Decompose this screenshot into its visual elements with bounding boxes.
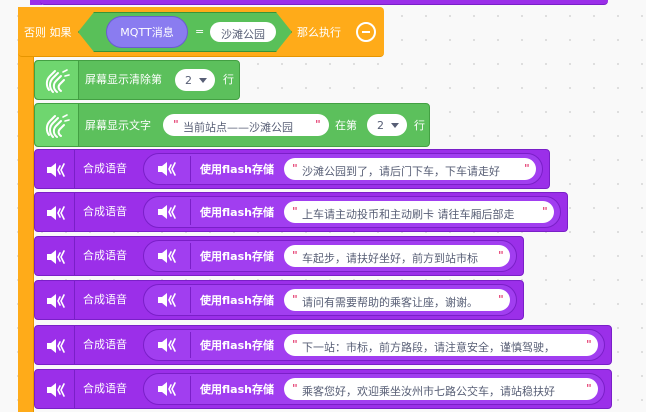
flash-speech-reporter[interactable]: 使用flash存储 " 请问有需要帮助的乘客让座，谢谢。 " <box>143 284 517 316</box>
flash-store-label: 使用flash存储 <box>200 206 274 219</box>
mqtt-message-label: MQTT消息 <box>120 26 174 39</box>
dropdown-arrow-icon <box>199 78 207 83</box>
speaker-icon <box>144 330 190 360</box>
show-text-row-suffix: 行 <box>414 119 425 132</box>
flash-store-label: 使用flash存储 <box>200 163 274 176</box>
show-text-input[interactable]: " 当前站点——沙滩公园 " <box>163 114 329 136</box>
speech-text-input[interactable]: " 车起步，请扶好坐好，前方到站市标 " <box>284 245 510 267</box>
flash-speech-reporter[interactable]: 使用flash存储 " 下一站：市标，前方路段，请注意安全，谨慎驾驶， " <box>143 329 605 361</box>
speaker-icon <box>35 150 75 188</box>
condition-value-text: 沙滩公园 <box>221 28 265 41</box>
dropdown-arrow-icon <box>391 123 399 128</box>
speaker-icon <box>144 154 190 184</box>
condition-value-input[interactable]: 沙滩公园 <box>210 22 276 42</box>
speech-block[interactable]: 合成语音 使用flash存储 " 下一站：市标，前方路段，请注意安全，谨慎驾驶，… <box>34 325 612 365</box>
speaker-icon <box>144 285 190 315</box>
speech-label: 合成语音 <box>83 162 127 175</box>
speech-text-input[interactable]: " 沙滩公园到了，请后门下车，下车请走好 " <box>284 158 536 180</box>
speech-text-value: 乘客您好，欢迎乘坐汝州市七路公交车，请站稳扶好 <box>302 385 555 398</box>
speaker-icon <box>35 370 75 408</box>
speech-text-input[interactable]: " 下一站：市标，前方路段，请注意安全，谨慎驾驶， " <box>284 334 598 356</box>
speech-label: 合成语音 <box>83 293 127 306</box>
speech-text-value: 车起步，请扶好坐好，前方到站市标 <box>302 252 478 265</box>
show-text-row-dropdown[interactable]: 2 <box>367 114 407 136</box>
clear-row-dropdown[interactable]: 2 <box>175 69 215 91</box>
speech-text-input[interactable]: " 上车请主动投币和主动刷卡 请往车厢后部走 " <box>284 201 554 223</box>
speech-text-input[interactable]: " 乘客您好，欢迎乘坐汝州市七路公交车，请站稳扶好 " <box>284 378 598 400</box>
remove-branch-icon[interactable] <box>356 22 376 42</box>
speaker-icon <box>35 326 75 364</box>
clear-row-suffix: 行 <box>223 73 234 86</box>
clear-row-value: 2 <box>185 74 192 87</box>
speech-label: 合成语音 <box>83 249 127 262</box>
speech-label: 合成语音 <box>83 338 127 351</box>
show-text-label: 屏幕显示文字 <box>85 119 151 132</box>
speech-block[interactable]: 合成语音 使用flash存储 " 乘客您好，欢迎乘坐汝州市七路公交车，请站稳扶好… <box>34 369 612 409</box>
speaker-icon <box>144 241 190 271</box>
flash-speech-reporter[interactable]: 使用flash存储 " 车起步，请扶好坐好，前方到站市标 " <box>143 240 517 272</box>
previous-speech-block-edge[interactable] <box>40 0 608 5</box>
flash-store-label: 使用flash存储 <box>200 383 274 396</box>
speech-block[interactable]: 合成语音 使用flash存储 " 沙滩公园到了，请后门下车，下车请走好 " <box>34 149 550 189</box>
speech-block[interactable]: 合成语音 使用flash存储 " 上车请主动投币和主动刷卡 请往车厢后部走 " <box>34 192 568 232</box>
screen-clear-row-block[interactable]: 屏幕显示清除第 2 行 <box>34 60 240 100</box>
speaker-icon <box>144 374 190 404</box>
flash-store-label: 使用flash存储 <box>200 339 274 352</box>
clear-row-label: 屏幕显示清除第 <box>85 73 162 86</box>
screen-show-text-block[interactable]: 屏幕显示文字 " 当前站点——沙滩公园 " 在第 2 行 <box>34 103 430 147</box>
else-if-label: 否则 如果 <box>24 26 72 39</box>
speech-text-input[interactable]: " 请问有需要帮助的乘客让座，谢谢。 " <box>284 289 510 311</box>
speaker-icon <box>35 193 75 231</box>
flash-speech-reporter[interactable]: 使用flash存储 " 沙滩公园到了，请后门下车，下车请走好 " <box>143 153 543 185</box>
speech-label: 合成语音 <box>83 382 127 395</box>
flash-store-label: 使用flash存储 <box>200 250 274 263</box>
show-text-row-value: 2 <box>377 119 384 132</box>
hand-wave-icon <box>35 104 79 146</box>
flash-speech-reporter[interactable]: 使用flash存储 " 乘客您好，欢迎乘坐汝州市七路公交车，请站稳扶好 " <box>143 373 605 405</box>
mqtt-message-reporter[interactable]: MQTT消息 <box>106 16 188 48</box>
speaker-icon <box>35 237 75 275</box>
else-if-block-arm[interactable] <box>18 7 34 412</box>
speech-text-value: 沙滩公园到了，请后门下车，下车请走好 <box>302 165 500 178</box>
show-text-at-label: 在第 <box>335 119 357 132</box>
show-text-value: 当前站点——沙滩公园 <box>183 121 293 134</box>
speaker-icon <box>144 197 190 227</box>
speech-text-value: 请问有需要帮助的乘客让座，谢谢。 <box>302 296 478 309</box>
speech-block[interactable]: 合成语音 使用flash存储 " 请问有需要帮助的乘客让座，谢谢。 " <box>34 280 524 320</box>
then-label: 那么执行 <box>297 26 341 39</box>
flash-store-label: 使用flash存储 <box>200 294 274 307</box>
hand-wave-icon <box>35 61 79 99</box>
flash-speech-reporter[interactable]: 使用flash存储 " 上车请主动投币和主动刷卡 请往车厢后部走 " <box>143 196 561 228</box>
speech-label: 合成语音 <box>83 205 127 218</box>
speech-block[interactable]: 合成语音 使用flash存储 " 车起步，请扶好坐好，前方到站市标 " <box>34 236 524 276</box>
speech-text-value: 上车请主动投币和主动刷卡 请往车厢后部走 <box>302 208 515 221</box>
speaker-icon <box>35 281 75 319</box>
speech-text-value: 下一站：市标，前方路段，请注意安全，谨慎驾驶， <box>302 341 555 354</box>
equals-operator: = <box>195 25 205 38</box>
